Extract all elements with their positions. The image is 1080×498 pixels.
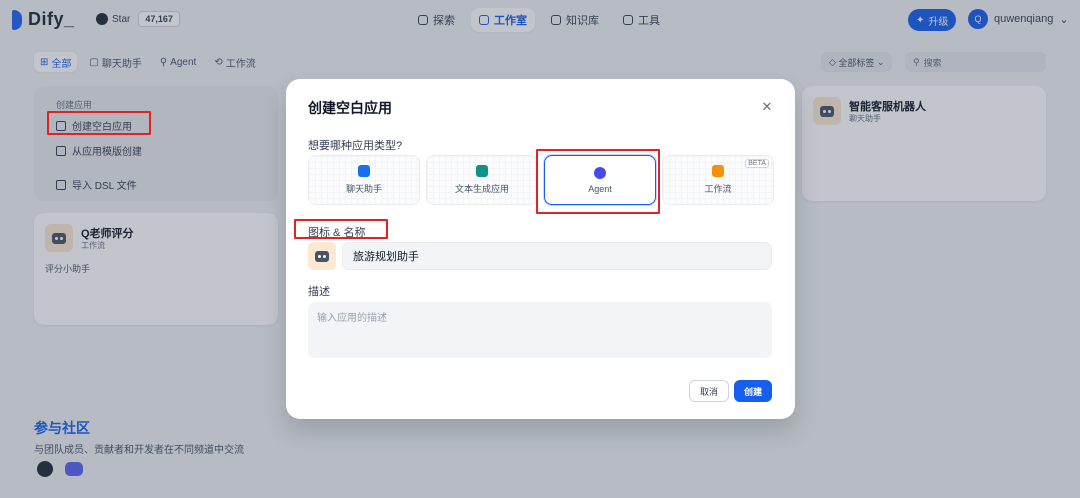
create-blank-app-dialog: 创建空白应用 ✕ 想要哪种应用类型? 聊天助手 文本生成应用 Agent BET… [286,79,795,419]
annotation-box [536,149,660,214]
name-row: 旅游规划助手 [308,242,772,270]
workflow-icon [712,165,724,177]
chat-icon [358,165,370,177]
cancel-button[interactable]: 取消 [689,380,729,402]
description-input[interactable]: 输入应用的描述 [308,302,772,358]
app-icon-picker[interactable] [308,242,336,270]
dialog-title: 创建空白应用 [308,100,392,116]
type-option-workflow[interactable]: BETA 工作流 [662,155,774,205]
close-icon[interactable]: ✕ [759,99,775,115]
annotation-box [47,111,151,135]
annotation-box [294,219,388,239]
app-name-input[interactable]: 旅游规划助手 [342,242,772,270]
app-type-label: 想要哪种应用类型? [308,140,403,152]
robot-icon [315,250,329,262]
create-button[interactable]: 创建 [734,380,772,402]
description-label: 描述 [308,286,330,298]
type-option-text-generation[interactable]: 文本生成应用 [426,155,538,205]
text-gen-icon [476,165,488,177]
type-option-chat[interactable]: 聊天助手 [308,155,420,205]
beta-badge: BETA [745,159,769,168]
